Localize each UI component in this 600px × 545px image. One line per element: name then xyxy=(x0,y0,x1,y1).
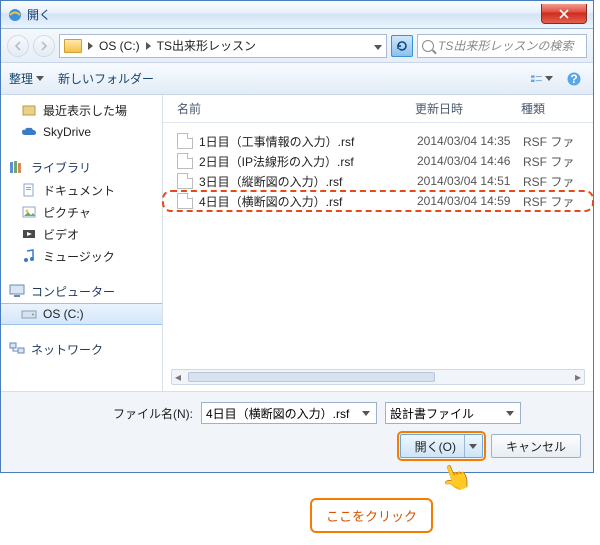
open-split-dropdown[interactable] xyxy=(464,435,482,457)
address-bar: OS (C:) TS出来形レッスン TS出来形レッスンの検索 xyxy=(1,29,593,63)
file-row[interactable]: 3日目（縦断図の入力）.rsf 2014/03/04 14:51 RSF ファ xyxy=(163,171,593,191)
music-icon xyxy=(21,248,37,264)
file-row-highlighted[interactable]: 4日目（横断図の入力）.rsf 2014/03/04 14:59 RSF ファ xyxy=(163,191,593,211)
breadcrumb-drive[interactable]: OS (C:) xyxy=(99,39,140,53)
view-mode-button[interactable] xyxy=(531,70,553,88)
recent-icon xyxy=(21,102,37,118)
sidebar: 最近表示した場 SkyDrive ライブラリ ドキュメント ピクチャ ビデオ xyxy=(1,95,163,391)
window-buttons xyxy=(541,5,593,24)
address-dropdown-icon[interactable] xyxy=(374,39,382,53)
content-area: 最近表示した場 SkyDrive ライブラリ ドキュメント ピクチャ ビデオ xyxy=(1,95,593,391)
documents-icon xyxy=(21,182,37,198)
sidebar-item-videos[interactable]: ビデオ xyxy=(1,223,162,245)
sidebar-item-documents[interactable]: ドキュメント xyxy=(1,179,162,201)
sidebar-item-recent[interactable]: 最近表示した場 xyxy=(1,99,162,121)
address-box[interactable]: OS (C:) TS出来形レッスン xyxy=(59,34,387,58)
file-pane: 名前 更新日時 種類 1日目（工事情報の入力）.rsf 2014/03/04 1… xyxy=(163,95,593,391)
new-folder-button[interactable]: 新しいフォルダー xyxy=(58,70,154,87)
annotation-callout: ここをクリック xyxy=(310,498,433,533)
crumb-sep-icon xyxy=(146,42,151,50)
sidebar-item-skydrive[interactable]: SkyDrive xyxy=(1,121,162,143)
sidebar-item-pictures[interactable]: ピクチャ xyxy=(1,201,162,223)
column-type[interactable]: 種類 xyxy=(521,100,593,117)
chevron-down-icon[interactable] xyxy=(358,405,374,421)
file-icon xyxy=(177,133,193,149)
column-name[interactable]: 名前 xyxy=(177,100,415,117)
file-icon xyxy=(177,153,193,169)
horizontal-scrollbar[interactable]: ◂ ▸ xyxy=(171,369,585,385)
sidebar-header-network[interactable]: ネットワーク xyxy=(1,337,162,361)
library-icon xyxy=(9,159,25,175)
folder-icon xyxy=(64,39,82,53)
network-icon xyxy=(9,341,25,357)
chevron-down-icon xyxy=(36,76,44,81)
breadcrumb-folder[interactable]: TS出来形レッスン xyxy=(157,37,256,54)
file-row[interactable]: 1日目（工事情報の入力）.rsf 2014/03/04 14:35 RSF ファ xyxy=(163,131,593,151)
chevron-down-icon xyxy=(545,76,553,81)
organize-button[interactable]: 整理 xyxy=(9,70,44,87)
filename-label: ファイル名(N): xyxy=(113,405,193,422)
forward-button[interactable] xyxy=(33,35,55,57)
filter-select[interactable]: 設計書ファイル xyxy=(385,402,521,424)
cloud-icon xyxy=(21,124,37,140)
sidebar-header-libraries[interactable]: ライブラリ xyxy=(1,155,162,179)
filename-input[interactable]: 4日目（横断図の入力）.rsf xyxy=(201,402,377,424)
search-placeholder: TS出来形レッスンの検索 xyxy=(438,37,573,54)
sidebar-item-music[interactable]: ミュージック xyxy=(1,245,162,267)
crumb-sep-icon xyxy=(88,42,93,50)
pictures-icon xyxy=(21,204,37,220)
cancel-button[interactable]: キャンセル xyxy=(491,434,581,458)
file-row[interactable]: 2日目（IP法線形の入力）.rsf 2014/03/04 14:46 RSF フ… xyxy=(163,151,593,171)
svg-text:?: ? xyxy=(570,72,577,86)
column-date[interactable]: 更新日時 xyxy=(415,100,521,117)
open-button[interactable]: 開く(O) xyxy=(400,434,483,458)
sidebar-item-osdrive[interactable]: OS (C:) xyxy=(1,303,162,325)
column-headers: 名前 更新日時 種類 xyxy=(163,95,593,123)
scrollbar-thumb[interactable] xyxy=(188,372,435,382)
help-button[interactable]: ? xyxy=(563,70,585,88)
bottom-panel: ファイル名(N): 4日目（横断図の入力）.rsf 設計書ファイル 開く(O) … xyxy=(1,391,593,472)
open-file-dialog: 開く OS (C:) TS出来形レッスン TS出来形レッスンの検索 xyxy=(0,0,594,473)
file-icon xyxy=(177,173,193,189)
chevron-down-icon[interactable] xyxy=(502,405,518,421)
search-input[interactable]: TS出来形レッスンの検索 xyxy=(417,34,587,58)
refresh-button[interactable] xyxy=(391,35,413,57)
computer-icon xyxy=(9,283,25,299)
sidebar-header-computer[interactable]: コンピューター xyxy=(1,279,162,303)
close-button[interactable] xyxy=(541,4,587,24)
videos-icon xyxy=(21,226,37,242)
window-title: 開く xyxy=(27,6,51,23)
back-button[interactable] xyxy=(7,35,29,57)
titlebar: 開く xyxy=(1,1,593,29)
app-icon xyxy=(7,7,23,23)
search-icon xyxy=(422,40,434,52)
toolbar: 整理 新しいフォルダー ? xyxy=(1,63,593,95)
file-icon xyxy=(177,193,193,209)
drive-icon xyxy=(21,306,37,322)
